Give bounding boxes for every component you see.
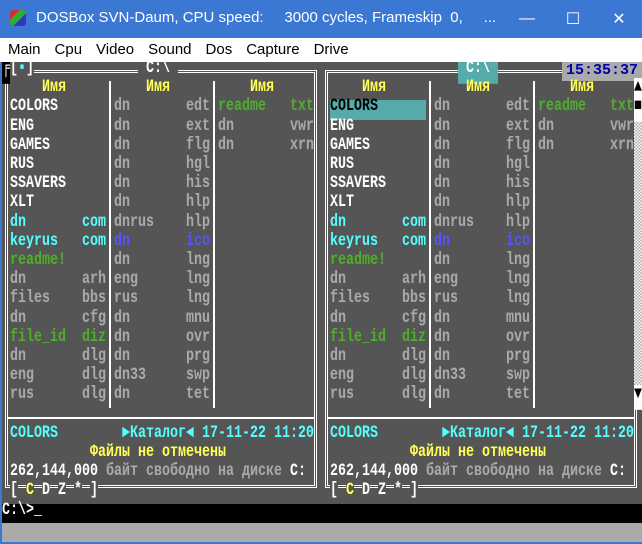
column-divider bbox=[109, 81, 111, 408]
key-bar bbox=[2, 522, 642, 542]
file-name[interactable]: rus bbox=[10, 386, 34, 411]
panel-divider bbox=[8, 417, 314, 419]
column-divider bbox=[213, 81, 215, 408]
free-space-drive: C: bbox=[290, 462, 306, 482]
file-extension[interactable]: dlg bbox=[82, 386, 106, 411]
file-name[interactable]: dn bbox=[218, 136, 234, 161]
menu-cpu[interactable]: Cpu bbox=[55, 38, 83, 62]
scroll-down-icon[interactable]: ▼ bbox=[634, 385, 642, 411]
menu-dos[interactable]: Dos bbox=[206, 38, 233, 62]
column-header-name[interactable]: Имя bbox=[466, 78, 490, 103]
menu-capture[interactable]: Capture bbox=[246, 38, 299, 62]
file-extension[interactable]: tet bbox=[186, 386, 210, 411]
free-space-bytes: 262,144,000 bbox=[330, 462, 418, 482]
free-space-bytes: 262,144,000 bbox=[10, 462, 98, 482]
free-space-label: байт свободно на диске bbox=[106, 462, 282, 482]
active-indicator-icon: ▪ bbox=[18, 62, 26, 79]
file-extension[interactable]: com bbox=[82, 232, 106, 257]
current-file-name: COLORS bbox=[10, 423, 58, 444]
column-divider bbox=[533, 81, 535, 408]
title-bar: DOSBox SVN-Daum, CPU speed: 3000 cycles,… bbox=[0, 0, 642, 38]
command-line[interactable] bbox=[2, 503, 642, 523]
scrollbar[interactable] bbox=[634, 100, 642, 407]
file-extension[interactable]: xrn bbox=[610, 136, 634, 161]
file-name[interactable]: dn bbox=[538, 136, 554, 161]
file-name[interactable]: dn bbox=[114, 386, 130, 411]
menu-drive[interactable]: Drive bbox=[314, 38, 349, 62]
menu-main[interactable]: Main bbox=[8, 38, 41, 62]
dos-screen: ╒ [▪] C:\ C:\ 15:35:37 ▲ ■ ▼ Имя COLORS EN… bbox=[2, 62, 642, 542]
menu-sound[interactable]: Sound bbox=[148, 38, 191, 62]
maximize-button[interactable]: ☐ bbox=[550, 0, 596, 38]
window-title: DOSBox SVN-Daum, CPU speed: 3000 cycles,… bbox=[36, 9, 497, 26]
file-extension[interactable]: tet bbox=[506, 386, 530, 411]
current-file-name: COLORS bbox=[330, 423, 378, 444]
panel-indicator[interactable]: [▪] bbox=[10, 62, 34, 85]
column-divider bbox=[429, 81, 431, 408]
menu-video[interactable]: Video bbox=[96, 38, 134, 62]
close-button[interactable]: ✕ bbox=[596, 0, 642, 38]
file-extension[interactable]: com bbox=[402, 232, 426, 257]
scroll-thumb[interactable]: ■ bbox=[634, 97, 642, 123]
dosbox-app-icon bbox=[10, 10, 26, 26]
path-text: C:\ bbox=[146, 62, 170, 79]
free-space-drive: C: bbox=[610, 462, 626, 482]
file-extension[interactable]: dlg bbox=[402, 386, 426, 411]
file-name[interactable]: rus bbox=[330, 386, 354, 411]
column-header-name[interactable]: Имя bbox=[146, 78, 170, 103]
file-extension[interactable]: xrn bbox=[290, 136, 314, 161]
free-space-label: байт свободно на диске bbox=[426, 462, 602, 482]
panel-corner-icon: ╒ bbox=[2, 62, 10, 85]
file-name[interactable]: dn bbox=[434, 386, 450, 411]
menu-bar: Main Cpu Video Sound Dos Capture Drive bbox=[0, 38, 642, 62]
panel-divider bbox=[328, 417, 634, 419]
minimize-button[interactable]: — bbox=[504, 0, 550, 38]
